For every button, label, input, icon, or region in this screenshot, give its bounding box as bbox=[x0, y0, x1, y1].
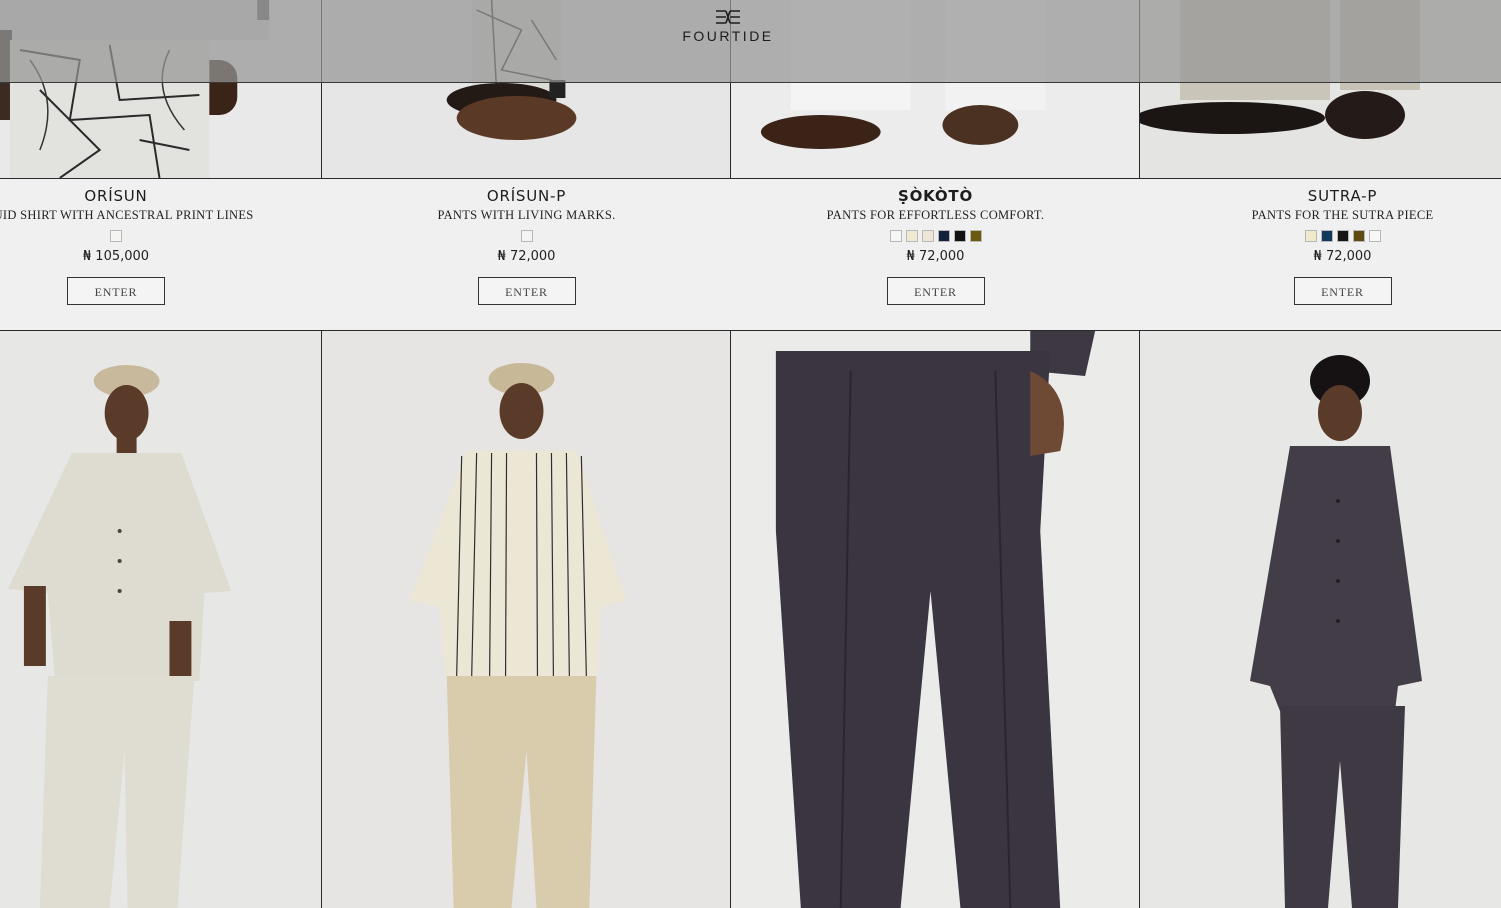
product-name[interactable]: ṢÒKÒTÒ bbox=[731, 187, 1140, 205]
color-swatches bbox=[322, 230, 731, 243]
product-card-info: ṢÒKÒTÒ PANTS FOR EFFORTLESS COMFORT. ₦ 7… bbox=[731, 179, 1140, 330]
color-swatch[interactable] bbox=[937, 230, 950, 242]
color-swatch[interactable] bbox=[1352, 230, 1365, 242]
product-card-info: ORÍSUN-P PANTS WITH LIVING MARKS. ₦ 72,0… bbox=[322, 179, 731, 330]
enter-button[interactable]: ENTER bbox=[67, 277, 165, 305]
product-card-info: SUTRA-P PANTS FOR THE SUTRA PIECE ₦ 72,0… bbox=[1140, 179, 1501, 330]
product-price: ₦ 72,000 bbox=[497, 249, 556, 264]
color-swatch[interactable] bbox=[1320, 230, 1333, 242]
product-name[interactable]: ORÍSUN bbox=[0, 187, 322, 205]
product-name[interactable]: ORÍSUN-P bbox=[322, 187, 731, 205]
product-info-row: ORÍSUN FLUID SHIRT WITH ANCESTRAL PRINT … bbox=[0, 179, 1501, 331]
product-card-info: ORÍSUN FLUID SHIRT WITH ANCESTRAL PRINT … bbox=[0, 179, 322, 330]
product-image[interactable] bbox=[1140, 331, 1501, 908]
product-description: PANTS FOR EFFORTLESS COMFORT. bbox=[826, 208, 1045, 222]
product-price: ₦ 72,000 bbox=[1313, 249, 1372, 264]
color-swatches bbox=[1140, 230, 1501, 243]
product-image[interactable] bbox=[731, 331, 1140, 908]
product-description: PANTS WITH LIVING MARKS. bbox=[437, 208, 616, 222]
enter-button[interactable]: ENTER bbox=[1293, 277, 1392, 305]
color-swatch[interactable] bbox=[520, 230, 533, 242]
color-swatch[interactable] bbox=[1304, 230, 1317, 242]
model-cream-shirt-image bbox=[0, 331, 321, 908]
color-swatches bbox=[0, 230, 322, 243]
enter-button[interactable]: ENTER bbox=[477, 277, 576, 305]
product-price: ₦ 72,000 bbox=[906, 249, 965, 264]
fourtide-logo-icon bbox=[716, 10, 740, 24]
product-price: ₦ 105,000 bbox=[82, 249, 150, 264]
color-swatch[interactable] bbox=[1336, 230, 1349, 242]
enter-button[interactable]: ENTER bbox=[886, 277, 985, 305]
color-swatch[interactable] bbox=[921, 230, 934, 242]
product-image[interactable] bbox=[322, 331, 731, 908]
model-charcoal-set-image bbox=[1140, 331, 1501, 908]
site-header: FOURTIDE bbox=[0, 0, 1501, 83]
color-swatch[interactable] bbox=[905, 230, 918, 242]
product-image-row-bottom bbox=[0, 331, 1501, 908]
brand-logo[interactable]: FOURTIDE bbox=[680, 10, 776, 46]
color-swatch[interactable] bbox=[969, 230, 982, 242]
color-swatch[interactable] bbox=[889, 230, 902, 242]
product-description: FLUID SHIRT WITH ANCESTRAL PRINT LINES bbox=[0, 208, 254, 222]
product-name[interactable]: SUTRA-P bbox=[1140, 187, 1501, 205]
color-swatch[interactable] bbox=[953, 230, 966, 242]
brand-name: FOURTIDE bbox=[682, 28, 774, 44]
color-swatch[interactable] bbox=[110, 230, 122, 242]
color-swatches bbox=[731, 230, 1140, 243]
product-image[interactable] bbox=[0, 331, 322, 908]
charcoal-pants-image bbox=[731, 331, 1139, 908]
model-striped-shirt-image bbox=[322, 331, 730, 908]
product-description: PANTS FOR THE SUTRA PIECE bbox=[1251, 208, 1434, 222]
color-swatch[interactable] bbox=[1368, 230, 1381, 242]
